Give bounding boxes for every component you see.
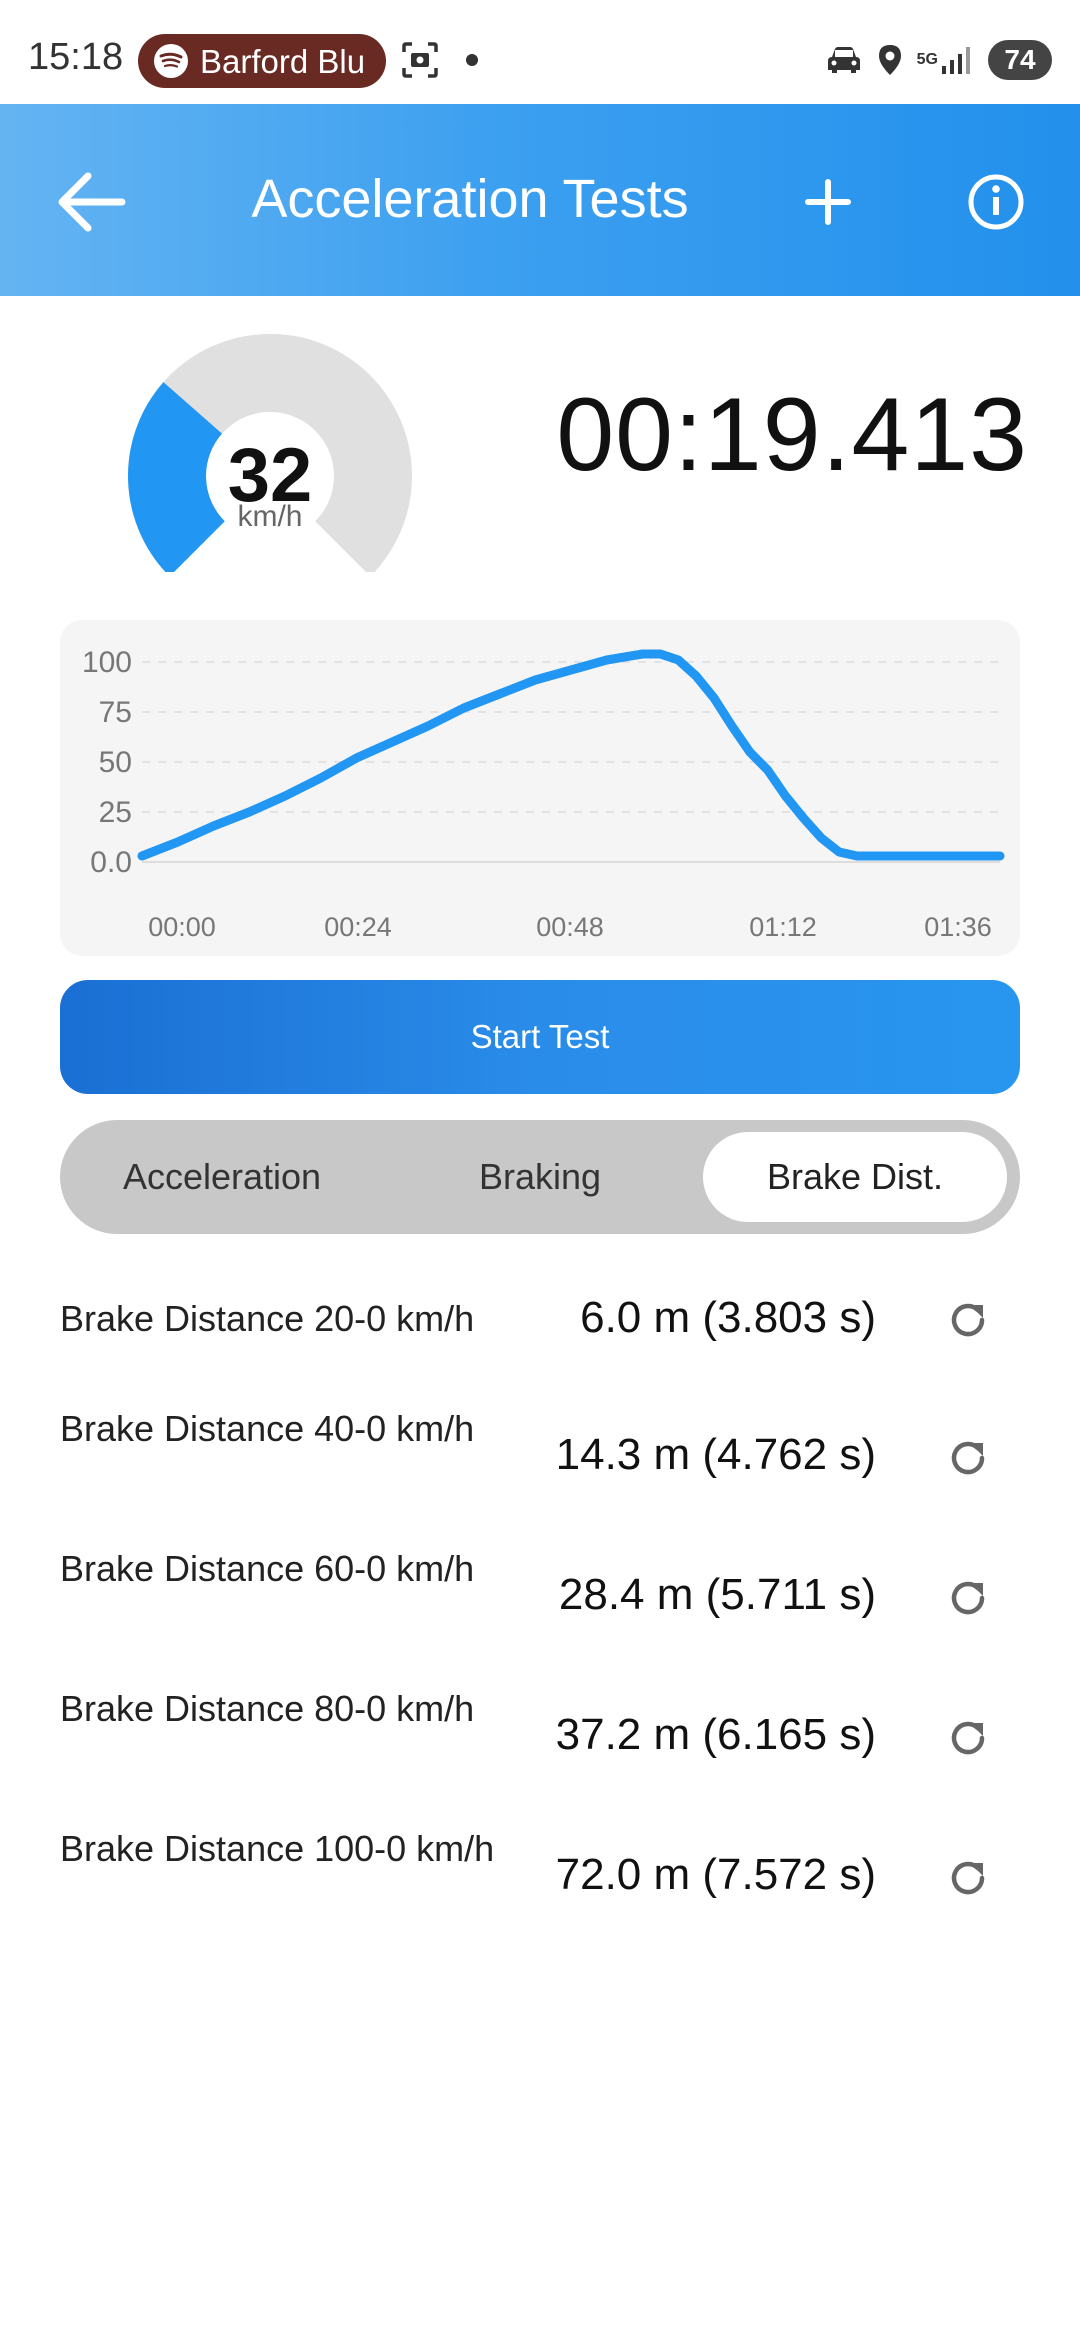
refresh-icon[interactable] xyxy=(944,1714,992,1762)
screen-capture-icon xyxy=(400,40,440,85)
x-tick-label: 01:36 xyxy=(924,912,992,942)
refresh-icon[interactable] xyxy=(944,1854,992,1902)
tab-brake-distance[interactable]: Brake Dist. xyxy=(703,1132,1007,1222)
result-row: Brake Distance 40-0 km/h 14.3 m (4.762 s… xyxy=(60,1402,1020,1512)
speed-chart: 100 75 50 25 0.0 00:00 00:24 00:48 01:12 01:36 xyxy=(60,620,1020,956)
media-pill-label: Barford Blu xyxy=(200,43,366,80)
result-label: Brake Distance 100-0 km/h xyxy=(60,1828,495,1869)
result-row: Brake Distance 60-0 km/h 28.4 m (5.711 s… xyxy=(60,1542,1020,1652)
result-row: Brake Distance 80-0 km/h 37.2 m (6.165 s… xyxy=(60,1682,1020,1792)
refresh-icon[interactable] xyxy=(944,1574,992,1622)
location-icon xyxy=(878,45,901,75)
notification-dot xyxy=(466,54,478,66)
refresh-icon[interactable] xyxy=(944,1434,992,1482)
y-tick-label: 50 xyxy=(99,746,132,779)
status-icons: 5G 74 xyxy=(825,38,1052,82)
spotify-icon xyxy=(154,44,188,78)
network-type: 5G xyxy=(916,51,938,68)
tab-acceleration[interactable]: Acceleration xyxy=(72,1132,372,1222)
status-bar: 15:18 Barford Blu 5G 74 xyxy=(0,0,1080,104)
signal-icon xyxy=(942,47,970,74)
car-icon xyxy=(827,47,860,73)
tab-braking[interactable]: Braking xyxy=(390,1132,690,1222)
info-icon[interactable] xyxy=(956,162,1036,242)
result-label: Brake Distance 40-0 km/h xyxy=(60,1408,475,1449)
status-time: 15:18 xyxy=(28,36,124,78)
result-value: 6.0 m (3.803 s) xyxy=(580,1293,876,1342)
y-tick-label: 100 xyxy=(82,646,132,679)
result-label: Brake Distance 80-0 km/h xyxy=(60,1688,475,1729)
y-tick-label: 25 xyxy=(99,796,132,829)
test-type-tabs: Acceleration Braking Brake Dist. xyxy=(60,1120,1020,1234)
app-bar: Acceleration Tests xyxy=(0,104,1080,296)
elapsed-timer: 00:19.413 xyxy=(556,377,1028,493)
x-tick-label: 00:24 xyxy=(324,912,392,942)
y-tick-label: 75 xyxy=(99,696,132,729)
result-row: Brake Distance 100-0 km/h 72.0 m (7.572 … xyxy=(60,1822,1020,1932)
result-value: 72.0 m (7.572 s) xyxy=(555,1850,876,1899)
speed-series-line xyxy=(137,649,1005,861)
x-tick-label: 01:12 xyxy=(749,912,817,942)
x-tick-label: 00:00 xyxy=(148,912,216,942)
result-value: 37.2 m (6.165 s) xyxy=(555,1710,876,1759)
result-row: Brake Distance 20-0 km/h 6.0 m (3.803 s) xyxy=(60,1292,1020,1348)
media-pill[interactable]: Barford Blu xyxy=(138,34,386,88)
speed-unit: km/h xyxy=(237,500,303,533)
plus-icon[interactable] xyxy=(788,162,868,242)
start-test-button[interactable]: Start Test xyxy=(60,980,1020,1094)
x-tick-label: 00:48 xyxy=(536,912,604,942)
result-label: Brake Distance 60-0 km/h xyxy=(60,1548,475,1589)
battery-indicator: 74 xyxy=(988,40,1052,80)
result-value: 28.4 m (5.711 s) xyxy=(558,1570,876,1619)
network-indicator: 5G xyxy=(917,44,974,76)
y-tick-label: 0.0 xyxy=(90,846,132,879)
result-value: 14.3 m (4.762 s) xyxy=(555,1430,876,1479)
refresh-icon[interactable] xyxy=(944,1296,992,1344)
result-label: Brake Distance 20-0 km/h xyxy=(60,1298,475,1339)
